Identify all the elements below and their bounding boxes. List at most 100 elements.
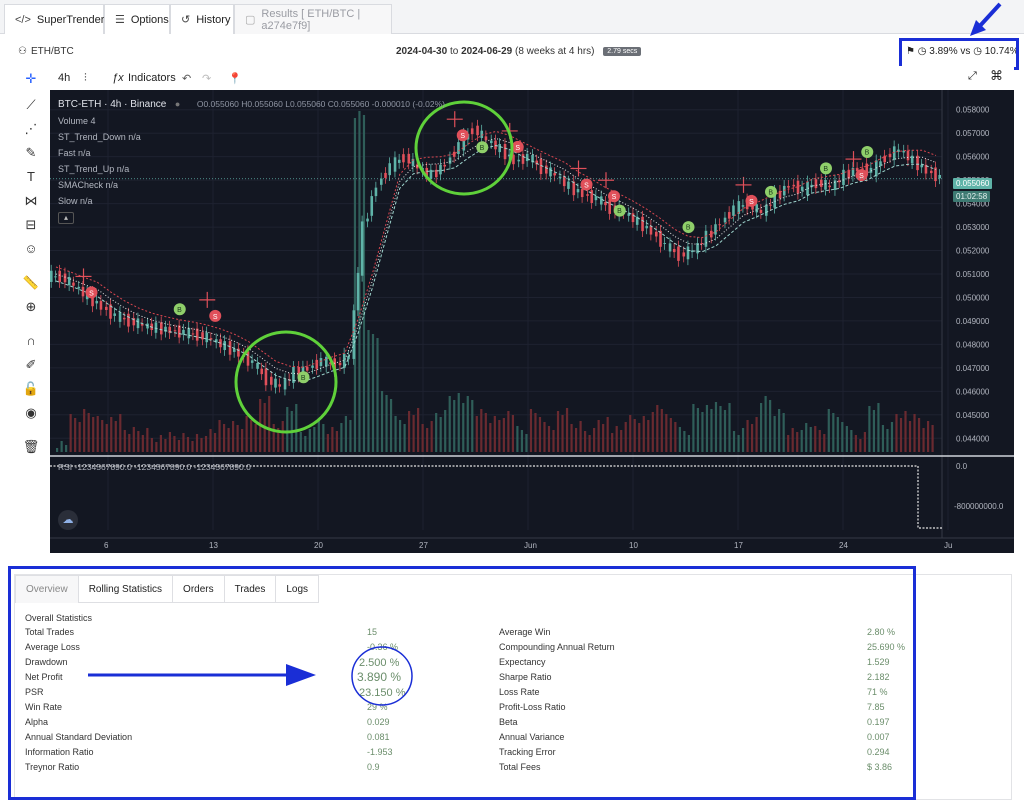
volume-bar <box>182 433 185 452</box>
volume-bar <box>105 424 108 452</box>
volume-bar <box>471 400 474 452</box>
volume-bar <box>511 415 514 452</box>
indicator-st-trend-up[interactable]: ST_Trend_Up n/a <box>58 161 445 177</box>
price-chart[interactable]: 0.0580000.0570000.0560000.0550000.054000… <box>50 90 1014 553</box>
volume-bar <box>565 408 569 452</box>
emoji-icon[interactable]: ☺ <box>22 240 40 258</box>
tab-history[interactable]: ↺ History <box>170 4 234 34</box>
volume-bar <box>96 416 99 452</box>
candle-body <box>723 217 727 223</box>
lock-drawing-icon[interactable]: ✐ <box>22 356 40 374</box>
crosshair-icon[interactable]: ✛ <box>22 70 40 88</box>
pair-label: ⚇ ETH/BTC <box>18 46 74 57</box>
volume-bar <box>313 427 316 452</box>
volume-bar <box>886 429 889 452</box>
candle-body <box>586 194 589 196</box>
candle-body <box>470 128 474 135</box>
buy-marker-label: B <box>301 375 306 382</box>
volume-bar <box>177 440 181 452</box>
volume-bar <box>83 409 86 452</box>
price-axis-label: 0.046000 <box>956 387 990 396</box>
trendline-icon[interactable]: ⟋ <box>22 96 40 114</box>
candle-body <box>315 359 319 369</box>
ruler-icon[interactable]: 📏 <box>22 274 40 292</box>
candle-body <box>118 312 122 322</box>
buy-marker-label: B <box>617 208 622 215</box>
volume-bar <box>227 428 230 452</box>
interval-button[interactable]: 4h <box>58 72 70 84</box>
volume-bar <box>588 435 591 452</box>
annotation-arrow-icon <box>970 2 1002 36</box>
indicator-st-trend-down[interactable]: ST_Trend_Down n/a <box>58 129 445 145</box>
pin-icon[interactable]: 📍 <box>228 72 242 85</box>
fullscreen-icon[interactable]: ⤢ <box>968 70 977 83</box>
zoom-in-icon[interactable]: ⊕ <box>22 298 40 316</box>
undo-icon[interactable]: ↶ <box>182 72 191 85</box>
indicator-fast[interactable]: Fast n/a <box>58 145 445 161</box>
candles-icon[interactable]: ⫶ <box>84 72 87 85</box>
volume-bar <box>159 435 162 452</box>
fx-icon[interactable]: ƒx <box>112 72 124 84</box>
volume-bar <box>881 425 885 452</box>
candle-body <box>521 154 525 164</box>
indicator-smacheck[interactable]: SMACheck n/a <box>58 177 445 193</box>
candle-body <box>920 164 924 168</box>
unlock-icon[interactable]: 🔓 <box>22 380 40 398</box>
text-icon[interactable]: T <box>22 168 40 186</box>
candle-body <box>682 252 686 257</box>
indicator-volume[interactable]: Volume 4 <box>58 113 445 129</box>
indicator-slow[interactable]: Slow n/a <box>58 193 445 209</box>
tab-label: History <box>196 13 231 26</box>
tab-label: Results [ ETH/BTC | a274e7f9] <box>261 7 361 32</box>
volume-bar <box>809 427 812 452</box>
collapse-legend-button[interactable]: ▴ <box>58 212 74 224</box>
candle-body <box>718 224 721 226</box>
tab-supertrender[interactable]: </> SuperTrender.cs <box>4 4 118 34</box>
redo-icon[interactable]: ↷ <box>202 72 211 85</box>
rsi-axis-label: -800000000.0 <box>954 502 1004 511</box>
volume-bar <box>376 338 379 452</box>
candle-body <box>769 204 772 206</box>
price-axis-label: 0.056000 <box>956 153 990 162</box>
price-axis-label: 0.052000 <box>956 247 990 256</box>
candle-body <box>759 209 763 213</box>
candle-body <box>787 185 790 188</box>
forecast-icon[interactable]: ⊟ <box>22 216 40 234</box>
tab-label: Options <box>130 13 169 26</box>
volume-bar <box>123 430 126 452</box>
candle-body <box>562 176 566 187</box>
eye-icon[interactable]: ◉ <box>22 404 40 422</box>
indicators-button[interactable]: Indicators <box>128 72 176 84</box>
volume-bar <box>827 409 830 452</box>
candle-body <box>223 341 226 351</box>
candle-body <box>677 246 680 261</box>
candle-body <box>105 306 108 310</box>
brush-icon[interactable]: ✎ <box>22 144 40 162</box>
arrow-head-icon <box>286 664 316 686</box>
camera-icon[interactable]: ⌘ <box>990 68 1003 84</box>
tab-options[interactable]: ☰ Options <box>104 4 170 34</box>
volume-bar <box>800 430 803 452</box>
candle-body <box>205 332 209 343</box>
volume-bar <box>444 410 447 452</box>
price-axis-label: 0.050000 <box>956 293 990 302</box>
volume-bar <box>480 409 483 452</box>
volume-bar <box>584 431 587 452</box>
trash-icon[interactable]: 🗑 <box>22 438 40 456</box>
pattern-icon[interactable]: ⋈ <box>22 192 40 210</box>
candle-body <box>608 199 611 214</box>
editor-tab-bar: </> SuperTrender.cs ☰ Options ↺ History … <box>0 0 1024 34</box>
volume-bar <box>222 424 226 452</box>
rsi-line <box>50 465 942 529</box>
candle-body <box>842 169 845 185</box>
volume-bar <box>647 420 650 452</box>
candle-body <box>490 140 493 144</box>
tab-results[interactable]: ▢ Results [ ETH/BTC | a274e7f9] <box>234 4 392 34</box>
candle-body <box>631 213 635 223</box>
volume-bar <box>254 424 257 452</box>
volume-bar <box>475 416 478 452</box>
fib-icon[interactable]: ⋰ <box>22 120 40 138</box>
volume-bar <box>895 414 898 452</box>
magnet-icon[interactable]: ∩ <box>22 332 40 350</box>
candle-body <box>755 204 759 213</box>
